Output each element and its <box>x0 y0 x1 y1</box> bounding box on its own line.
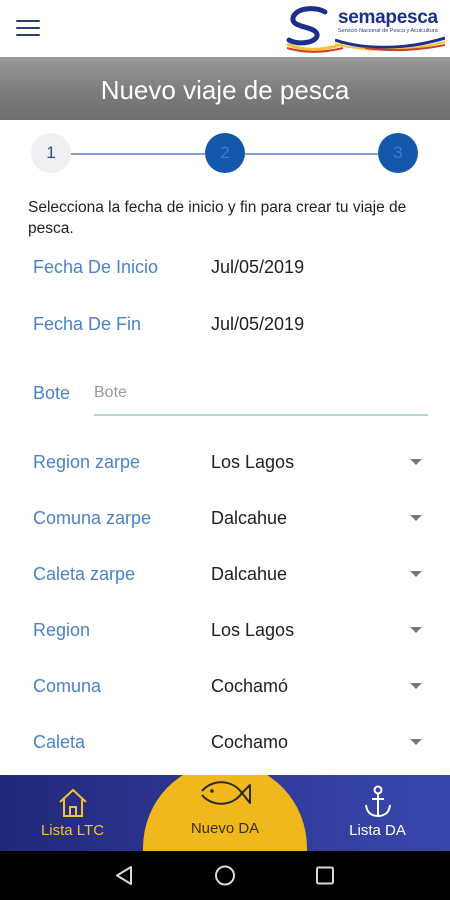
caleta-select[interactable]: Cochamo <box>211 732 288 753</box>
nav-lista-da-label: Lista DA <box>349 822 406 839</box>
app-bar: semapesca Servicio Nacional de Pesca y A… <box>0 0 450 57</box>
bottom-navigation: Lista LTC Nuevo DA Lista DA <box>0 775 450 851</box>
nav-lista-ltc-label: Lista LTC <box>40 822 105 839</box>
region-zarpe-select[interactable]: Los Lagos <box>211 452 294 473</box>
caleta-zarpe-select[interactable]: Dalcahue <box>211 564 287 585</box>
chevron-down-icon[interactable] <box>410 515 422 521</box>
fecha-inicio-value[interactable]: Jul/05/2019 <box>211 257 304 278</box>
instruction-text: Selecciona la fecha de inicio y fin para… <box>28 199 407 237</box>
region-select[interactable]: Los Lagos <box>211 620 294 641</box>
nav-lista-da[interactable]: Lista DA <box>305 775 450 851</box>
page-title: Nuevo viaje de pesca <box>100 75 350 105</box>
system-back-button[interactable] <box>103 851 147 900</box>
step-1[interactable]: 1 <box>31 133 71 173</box>
page-header: Nuevo viaje de pesca <box>0 57 450 120</box>
recents-icon <box>316 866 334 885</box>
chevron-down-icon[interactable] <box>410 739 422 745</box>
menu-button[interactable] <box>14 14 44 42</box>
comuna-label: Comuna <box>33 676 102 696</box>
hamburger-line <box>16 34 40 36</box>
logo-wave-icon <box>335 36 445 52</box>
fish-icon <box>201 781 251 805</box>
stepper-connector <box>71 153 205 155</box>
comuna-zarpe-label: Comuna zarpe <box>33 508 152 528</box>
system-recents-button[interactable] <box>303 851 347 900</box>
fecha-inicio-label: Fecha De Inicio <box>33 257 159 277</box>
nav-nuevo-da[interactable]: Nuevo DA <box>143 775 307 851</box>
logo-text: semapesca <box>338 7 438 28</box>
fecha-fin-label: Fecha De Fin <box>33 314 142 334</box>
chevron-down-icon[interactable] <box>410 459 422 465</box>
chevron-down-icon[interactable] <box>410 627 422 633</box>
stepper-connector <box>245 153 378 155</box>
chevron-down-icon[interactable] <box>410 683 422 689</box>
step-3[interactable]: 3 <box>378 133 418 173</box>
chevron-down-icon[interactable] <box>410 571 422 577</box>
comuna-select[interactable]: Cochamó <box>211 676 288 697</box>
home-circle-icon <box>215 865 235 886</box>
back-icon <box>116 866 132 885</box>
system-home-button[interactable] <box>203 851 247 900</box>
semapesca-logo: semapesca Servicio Nacional de Pesca y A… <box>285 4 445 54</box>
nav-lista-ltc[interactable]: Lista LTC <box>0 775 145 851</box>
region-label: Region <box>33 620 91 640</box>
step-2[interactable]: 2 <box>205 133 245 173</box>
anchor-icon <box>365 785 391 818</box>
caleta-zarpe-label: Caleta zarpe <box>33 564 136 584</box>
bote-input[interactable] <box>94 372 428 416</box>
home-icon <box>59 788 87 817</box>
caleta-label: Caleta <box>33 732 86 752</box>
hamburger-line <box>16 20 40 22</box>
system-navigation-bar <box>0 851 450 900</box>
stepper: 1 2 3 <box>0 120 450 185</box>
comuna-zarpe-select[interactable]: Dalcahue <box>211 508 287 529</box>
fecha-fin-value[interactable]: Jul/05/2019 <box>211 314 304 335</box>
hamburger-line <box>16 27 40 29</box>
bote-label: Bote <box>33 383 71 403</box>
region-zarpe-label: Region zarpe <box>33 452 141 472</box>
nav-nuevo-da-label: Nuevo DA <box>190 820 260 837</box>
